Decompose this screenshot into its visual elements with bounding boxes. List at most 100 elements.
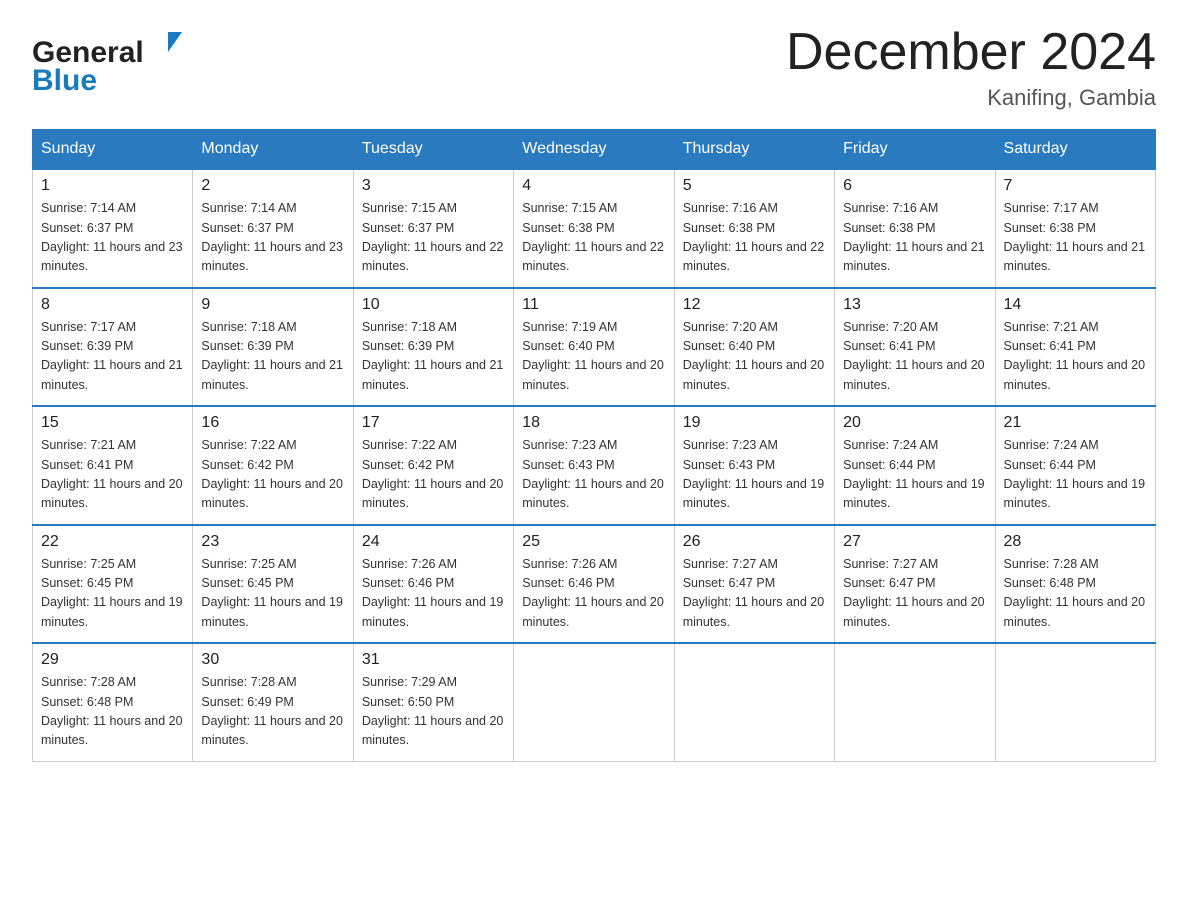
calendar-cell: 15 Sunrise: 7:21 AMSunset: 6:41 PMDayligh… [33, 406, 193, 525]
day-info: Sunrise: 7:14 AMSunset: 6:37 PMDaylight:… [201, 199, 344, 277]
day-number: 16 [201, 414, 344, 432]
column-header-monday: Monday [193, 130, 353, 170]
day-info: Sunrise: 7:21 AMSunset: 6:41 PMDaylight:… [1004, 318, 1147, 396]
calendar-cell: 1 Sunrise: 7:14 AMSunset: 6:37 PMDaylight… [33, 169, 193, 288]
column-header-tuesday: Tuesday [353, 130, 513, 170]
calendar-cell: 30 Sunrise: 7:28 AMSunset: 6:49 PMDayligh… [193, 643, 353, 761]
calendar-cell: 31 Sunrise: 7:29 AMSunset: 6:50 PMDayligh… [353, 643, 513, 761]
day-number: 11 [522, 296, 665, 314]
calendar-cell: 8Sunrise: 7:17 AMSunset: 6:39 PMDaylight… [33, 288, 193, 407]
day-number: 19 [683, 414, 826, 432]
calendar-cell [674, 643, 834, 761]
calendar-cell: 26 Sunrise: 7:27 AMSunset: 6:47 PMDayligh… [674, 525, 834, 644]
calendar-cell: 19 Sunrise: 7:23 AMSunset: 6:43 PMDayligh… [674, 406, 834, 525]
day-info: Sunrise: 7:18 AMSunset: 6:39 PMDaylight:… [362, 318, 505, 396]
day-number: 1 [41, 177, 184, 195]
logo: General Blue [32, 24, 192, 94]
calendar-cell: 13Sunrise: 7:20 AMSunset: 6:41 PMDayligh… [835, 288, 995, 407]
calendar-cell: 22 Sunrise: 7:25 AMSunset: 6:45 PMDayligh… [33, 525, 193, 644]
day-number: 26 [683, 533, 826, 551]
day-info: Sunrise: 7:22 AMSunset: 6:42 PMDaylight:… [362, 436, 505, 514]
day-number: 4 [522, 177, 665, 195]
day-number: 18 [522, 414, 665, 432]
day-number: 15 [41, 414, 184, 432]
calendar-cell: 11 Sunrise: 7:19 AMSunset: 6:40 PMDayligh… [514, 288, 674, 407]
calendar-cell: 14 Sunrise: 7:21 AMSunset: 6:41 PMDayligh… [995, 288, 1155, 407]
day-number: 8 [41, 296, 184, 314]
day-info: Sunrise: 7:16 AMSunset: 6:38 PMDaylight:… [683, 199, 826, 277]
calendar-cell: 20Sunrise: 7:24 AMSunset: 6:44 PMDayligh… [835, 406, 995, 525]
day-info: Sunrise: 7:29 AMSunset: 6:50 PMDaylight:… [362, 673, 505, 751]
column-header-saturday: Saturday [995, 130, 1155, 170]
day-number: 23 [201, 533, 344, 551]
day-number: 28 [1004, 533, 1147, 551]
calendar-cell: 12Sunrise: 7:20 AMSunset: 6:40 PMDayligh… [674, 288, 834, 407]
column-header-wednesday: Wednesday [514, 130, 674, 170]
day-info: Sunrise: 7:25 AMSunset: 6:45 PMDaylight:… [201, 555, 344, 633]
day-number: 17 [362, 414, 505, 432]
day-info: Sunrise: 7:25 AMSunset: 6:45 PMDaylight:… [41, 555, 184, 633]
day-number: 9 [201, 296, 344, 314]
day-info: Sunrise: 7:15 AMSunset: 6:37 PMDaylight:… [362, 199, 505, 277]
logo-svg: General Blue [32, 24, 192, 94]
day-number: 5 [683, 177, 826, 195]
calendar-cell: 27 Sunrise: 7:27 AMSunset: 6:47 PMDayligh… [835, 525, 995, 644]
column-header-thursday: Thursday [674, 130, 834, 170]
day-number: 12 [683, 296, 826, 314]
calendar-cell: 7Sunrise: 7:17 AMSunset: 6:38 PMDaylight… [995, 169, 1155, 288]
calendar-week-row: 29Sunrise: 7:28 AMSunset: 6:48 PMDayligh… [33, 643, 1156, 761]
calendar-cell: 5 Sunrise: 7:16 AMSunset: 6:38 PMDaylight… [674, 169, 834, 288]
day-number: 31 [362, 651, 505, 669]
svg-text:Blue: Blue [32, 64, 97, 94]
calendar-week-row: 8Sunrise: 7:17 AMSunset: 6:39 PMDaylight… [33, 288, 1156, 407]
day-info: Sunrise: 7:14 AMSunset: 6:37 PMDaylight:… [41, 199, 184, 277]
day-number: 20 [843, 414, 986, 432]
calendar-cell [835, 643, 995, 761]
day-info: Sunrise: 7:26 AMSunset: 6:46 PMDaylight:… [522, 555, 665, 633]
calendar-cell: 6 Sunrise: 7:16 AMSunset: 6:38 PMDaylight… [835, 169, 995, 288]
day-number: 24 [362, 533, 505, 551]
calendar-cell: 2Sunrise: 7:14 AMSunset: 6:37 PMDaylight… [193, 169, 353, 288]
day-info: Sunrise: 7:28 AMSunset: 6:48 PMDaylight:… [1004, 555, 1147, 633]
calendar-cell [514, 643, 674, 761]
calendar-cell: 25 Sunrise: 7:26 AMSunset: 6:46 PMDayligh… [514, 525, 674, 644]
month-title: December 2024 [786, 24, 1156, 81]
calendar-cell: 29Sunrise: 7:28 AMSunset: 6:48 PMDayligh… [33, 643, 193, 761]
day-info: Sunrise: 7:16 AMSunset: 6:38 PMDaylight:… [843, 199, 986, 277]
day-info: Sunrise: 7:21 AMSunset: 6:41 PMDaylight:… [41, 436, 184, 514]
day-number: 27 [843, 533, 986, 551]
day-number: 10 [362, 296, 505, 314]
day-info: Sunrise: 7:20 AMSunset: 6:41 PMDaylight:… [843, 318, 986, 396]
calendar-cell: 21Sunrise: 7:24 AMSunset: 6:44 PMDayligh… [995, 406, 1155, 525]
day-number: 6 [843, 177, 986, 195]
day-number: 22 [41, 533, 184, 551]
day-number: 21 [1004, 414, 1147, 432]
day-number: 14 [1004, 296, 1147, 314]
page-header: General Blue December 2024 Kanifing, Gam… [32, 24, 1156, 111]
calendar-table: SundayMondayTuesdayWednesdayThursdayFrid… [32, 129, 1156, 762]
location: Kanifing, Gambia [786, 85, 1156, 111]
calendar-cell: 3Sunrise: 7:15 AMSunset: 6:37 PMDaylight… [353, 169, 513, 288]
title-area: December 2024 Kanifing, Gambia [786, 24, 1156, 111]
day-info: Sunrise: 7:23 AMSunset: 6:43 PMDaylight:… [683, 436, 826, 514]
column-header-friday: Friday [835, 130, 995, 170]
day-info: Sunrise: 7:27 AMSunset: 6:47 PMDaylight:… [843, 555, 986, 633]
calendar-cell: 16Sunrise: 7:22 AMSunset: 6:42 PMDayligh… [193, 406, 353, 525]
day-info: Sunrise: 7:28 AMSunset: 6:48 PMDaylight:… [41, 673, 184, 751]
calendar-cell: 18Sunrise: 7:23 AMSunset: 6:43 PMDayligh… [514, 406, 674, 525]
column-header-sunday: Sunday [33, 130, 193, 170]
day-info: Sunrise: 7:19 AMSunset: 6:40 PMDaylight:… [522, 318, 665, 396]
day-info: Sunrise: 7:18 AMSunset: 6:39 PMDaylight:… [201, 318, 344, 396]
calendar-cell: 10 Sunrise: 7:18 AMSunset: 6:39 PMDayligh… [353, 288, 513, 407]
day-number: 25 [522, 533, 665, 551]
calendar-cell: 4 Sunrise: 7:15 AMSunset: 6:38 PMDaylight… [514, 169, 674, 288]
day-info: Sunrise: 7:15 AMSunset: 6:38 PMDaylight:… [522, 199, 665, 277]
calendar-header-row: SundayMondayTuesdayWednesdayThursdayFrid… [33, 130, 1156, 170]
calendar-week-row: 22 Sunrise: 7:25 AMSunset: 6:45 PMDayligh… [33, 525, 1156, 644]
calendar-cell [995, 643, 1155, 761]
calendar-week-row: 1 Sunrise: 7:14 AMSunset: 6:37 PMDaylight… [33, 169, 1156, 288]
day-info: Sunrise: 7:28 AMSunset: 6:49 PMDaylight:… [201, 673, 344, 751]
day-number: 30 [201, 651, 344, 669]
calendar-cell: 17 Sunrise: 7:22 AMSunset: 6:42 PMDayligh… [353, 406, 513, 525]
day-info: Sunrise: 7:27 AMSunset: 6:47 PMDaylight:… [683, 555, 826, 633]
